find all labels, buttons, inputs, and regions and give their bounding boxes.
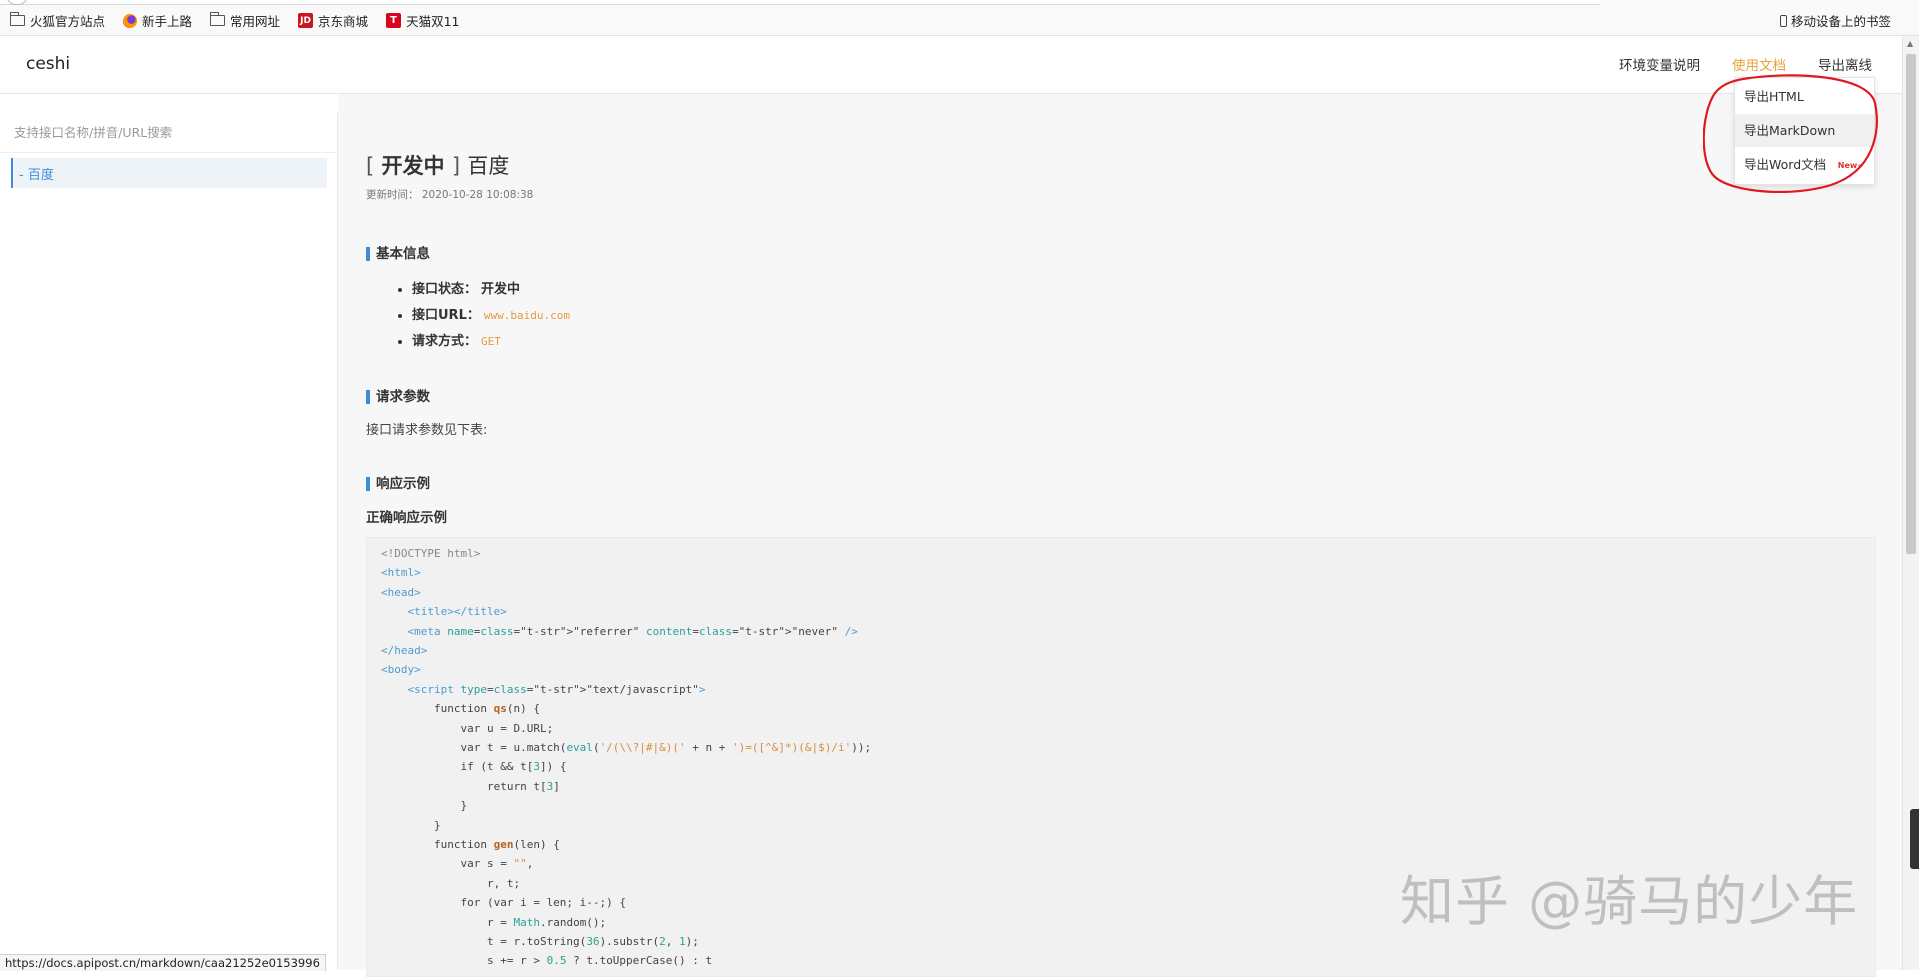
sidebar-item-baidu[interactable]: - 百度 [11,158,327,188]
scroll-thumb[interactable] [1906,54,1916,554]
code-line: if (t && t[3]) { [381,760,567,774]
bookmark-firefox-official[interactable]: 火狐官方站点 [10,11,105,30]
code-line: } [381,799,468,813]
info-list: 接口状态：开发中 接口URL：www.baidu.com 请求方式：GET [396,277,570,355]
info-key: 接口状态： [412,282,478,297]
params-description: 接口请求参数见下表: [366,423,488,438]
folder-icon [210,12,226,26]
code-line: <title></title> [407,605,507,619]
export-word-label: 导出Word文档 [1744,157,1827,172]
code-line: return t[3] [381,779,560,793]
app-header: ceshi 环境变量说明 使用文档 导出离线 [0,36,1902,94]
bookmark-label: 常用网址 [230,14,281,29]
export-markdown-item[interactable]: 导出MarkDown [1735,114,1874,147]
section-basic-info: 基本信息 [366,247,430,261]
code-line: } [381,818,441,832]
export-dropdown: 导出HTML 导出MarkDown 导出Word文档 New~ [1734,77,1875,185]
info-key: 接口URL： [412,308,480,323]
page-title: [ 开发中 ] 百度 [366,150,509,180]
code-line: s += r > 0.5 ? t.toUpperCase() : t [381,954,713,968]
code-line: r, t; [381,876,521,890]
bookmark-tmall[interactable]: T 天猫双11 [386,11,459,30]
code-line: function gen(len) { [381,838,560,851]
bookmark-common-sites[interactable]: 常用网址 [210,11,280,30]
api-name: 百度 [467,154,510,178]
bookmark-label: 天猫双11 [406,14,460,29]
main-content: [ 开发中 ] 百度 更新时间： 2020-10-28 10:08:38 基本信… [338,94,1902,977]
code-line: </head> [381,644,428,657]
jd-icon: JD [298,13,314,28]
nav-export-offline[interactable]: 导出离线 [1818,54,1872,74]
info-value-method: GET [481,335,501,348]
info-value: 开发中 [481,282,521,297]
response-subtitle: 正确响应示例 [366,510,447,526]
top-nav: 环境变量说明 使用文档 导出离线 [1619,54,1872,74]
project-title[interactable]: ceshi [26,54,70,74]
list-item: 请求方式：GET [412,329,570,355]
bookmark-label: 移动设备上的书签 [1790,14,1891,29]
info-value-url: www.baidu.com [483,309,570,322]
list-item: 接口URL：www.baidu.com [412,303,570,329]
firefox-icon [123,13,138,28]
code-line: <head> [381,585,421,599]
code-line: var u = D.URL; [381,721,554,735]
code-line: r = Math.random(); [381,915,607,929]
list-item: 接口状态：开发中 [412,277,570,303]
code-line: <html> [381,566,421,580]
tmall-icon: T [386,13,402,28]
section-request-params: 请求参数 [366,390,430,404]
nav-usage-docs[interactable]: 使用文档 [1732,54,1786,74]
update-time: 更新时间： 2020-10-28 10:08:38 [366,189,534,201]
scroll-up-icon[interactable]: ▲ [1907,39,1913,48]
bookmarks-toolbar: 火狐官方站点 新手上路 常用网址 JD 京东商城 T 天猫双11 移动设备上的书… [0,0,1919,36]
export-html-item[interactable]: 导出HTML [1735,80,1874,113]
side-widget[interactable] [1910,809,1919,869]
code-line: function qs(n) { [381,702,540,716]
bookmark-getting-started[interactable]: 新手上路 [123,11,192,30]
section-response-example: 响应示例 [366,477,430,491]
search-input[interactable] [0,113,337,153]
bookmark-label: 京东商城 [318,14,369,29]
status-bracket: ] [451,154,461,178]
new-badge: New~ [1837,161,1864,170]
bookmark-mobile[interactable]: 移动设备上的书签 [1779,11,1891,30]
bookmark-label: 新手上路 [142,14,193,29]
watermark: 知乎 @骑马的少年 [1400,870,1859,933]
bookmark-jd[interactable]: JD 京东商城 [298,11,368,30]
code-line: for (var i = len; i--;) { [381,896,627,910]
status-bracket: [ [366,154,375,178]
address-bar-edge [0,0,1600,5]
code-line: var s = "", [381,857,534,871]
code-line: <meta name=class="t-str">"referrer" cont… [407,624,858,638]
status-label: 开发中 [381,154,445,178]
folder-icon [10,12,25,26]
bookmark-label: 火狐官方站点 [30,14,106,29]
code-line: var t = u.match(eval('/(\\?|#|&)(' + n +… [381,741,872,754]
status-url: https://docs.apipost.cn/markdown/caa2125… [0,954,326,971]
export-word-item[interactable]: 导出Word文档 New~ [1735,148,1874,181]
sidebar: - 百度 [0,113,338,970]
code-line: t = r.toString(36).substr(2, 1); [381,935,699,948]
info-key: 请求方式： [412,334,478,349]
nav-env-variables[interactable]: 环境变量说明 [1619,54,1700,74]
code-line: <!DOCTYPE html> [381,547,481,560]
code-line: <body> [381,663,421,677]
mobile-phone-icon [1779,14,1787,27]
code-line: <script type=class="t-str">"text/javascr… [407,682,706,696]
